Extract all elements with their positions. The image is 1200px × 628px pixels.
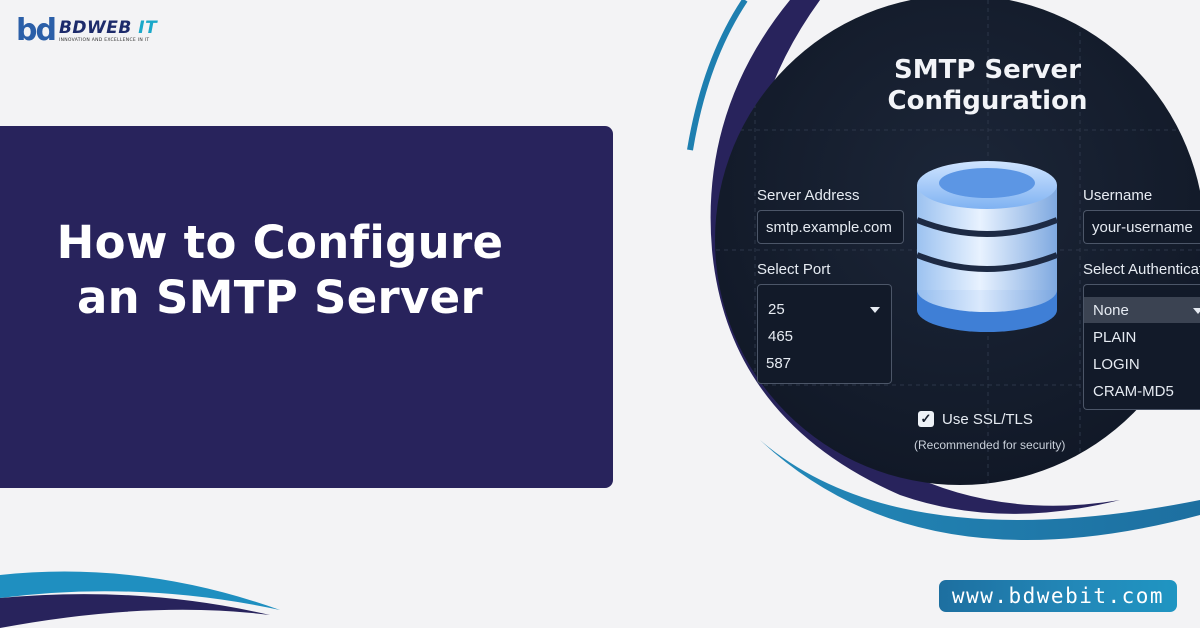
username-label: Username	[1083, 187, 1153, 204]
ssl-label: Use SSL/TLS	[942, 411, 1033, 428]
auth-option[interactable]: PLAIN	[1093, 329, 1136, 346]
bdwebit-logo: bd BDWEB IT INNOVATION AND EXCELLENCE IN…	[16, 14, 157, 48]
auth-option[interactable]: CRAM-MD5	[1093, 383, 1174, 400]
screen-title: SMTP Server Configuration	[887, 55, 1088, 116]
logo-tagline: INNOVATION AND EXCELLENCE IN IT	[58, 38, 150, 43]
auth-label: Select Authenticat	[1083, 261, 1200, 278]
dropdown-caret-icon	[1193, 308, 1200, 314]
dropdown-caret-icon	[870, 307, 880, 313]
logo-brand: BDWEB IT	[58, 18, 158, 38]
hero-title-line2: an SMTP Server	[77, 271, 483, 324]
port-label: Select Port	[757, 261, 831, 278]
auth-option[interactable]: LOGIN	[1093, 356, 1140, 373]
hero-title: How to Configure an SMTP Server	[30, 215, 530, 325]
logo-mark: bd	[16, 13, 57, 48]
hero-title-line1: How to Configure	[56, 216, 504, 269]
port-option[interactable]: 25	[768, 301, 785, 318]
server-address-label: Server Address	[757, 187, 860, 204]
checkbox-checked-icon[interactable]: ✓	[918, 411, 934, 427]
website-url-badge[interactable]: www.bdwebit.com	[939, 580, 1177, 612]
port-option[interactable]: 587	[766, 355, 791, 372]
auth-option[interactable]: None	[1093, 302, 1129, 319]
database-icon	[915, 161, 1059, 332]
server-address-input[interactable]: smtp.example.com	[757, 210, 904, 244]
username-input[interactable]: your-username	[1083, 210, 1200, 244]
port-option[interactable]: 465	[768, 328, 793, 345]
ssl-note: (Recommended for security)	[914, 438, 1066, 452]
